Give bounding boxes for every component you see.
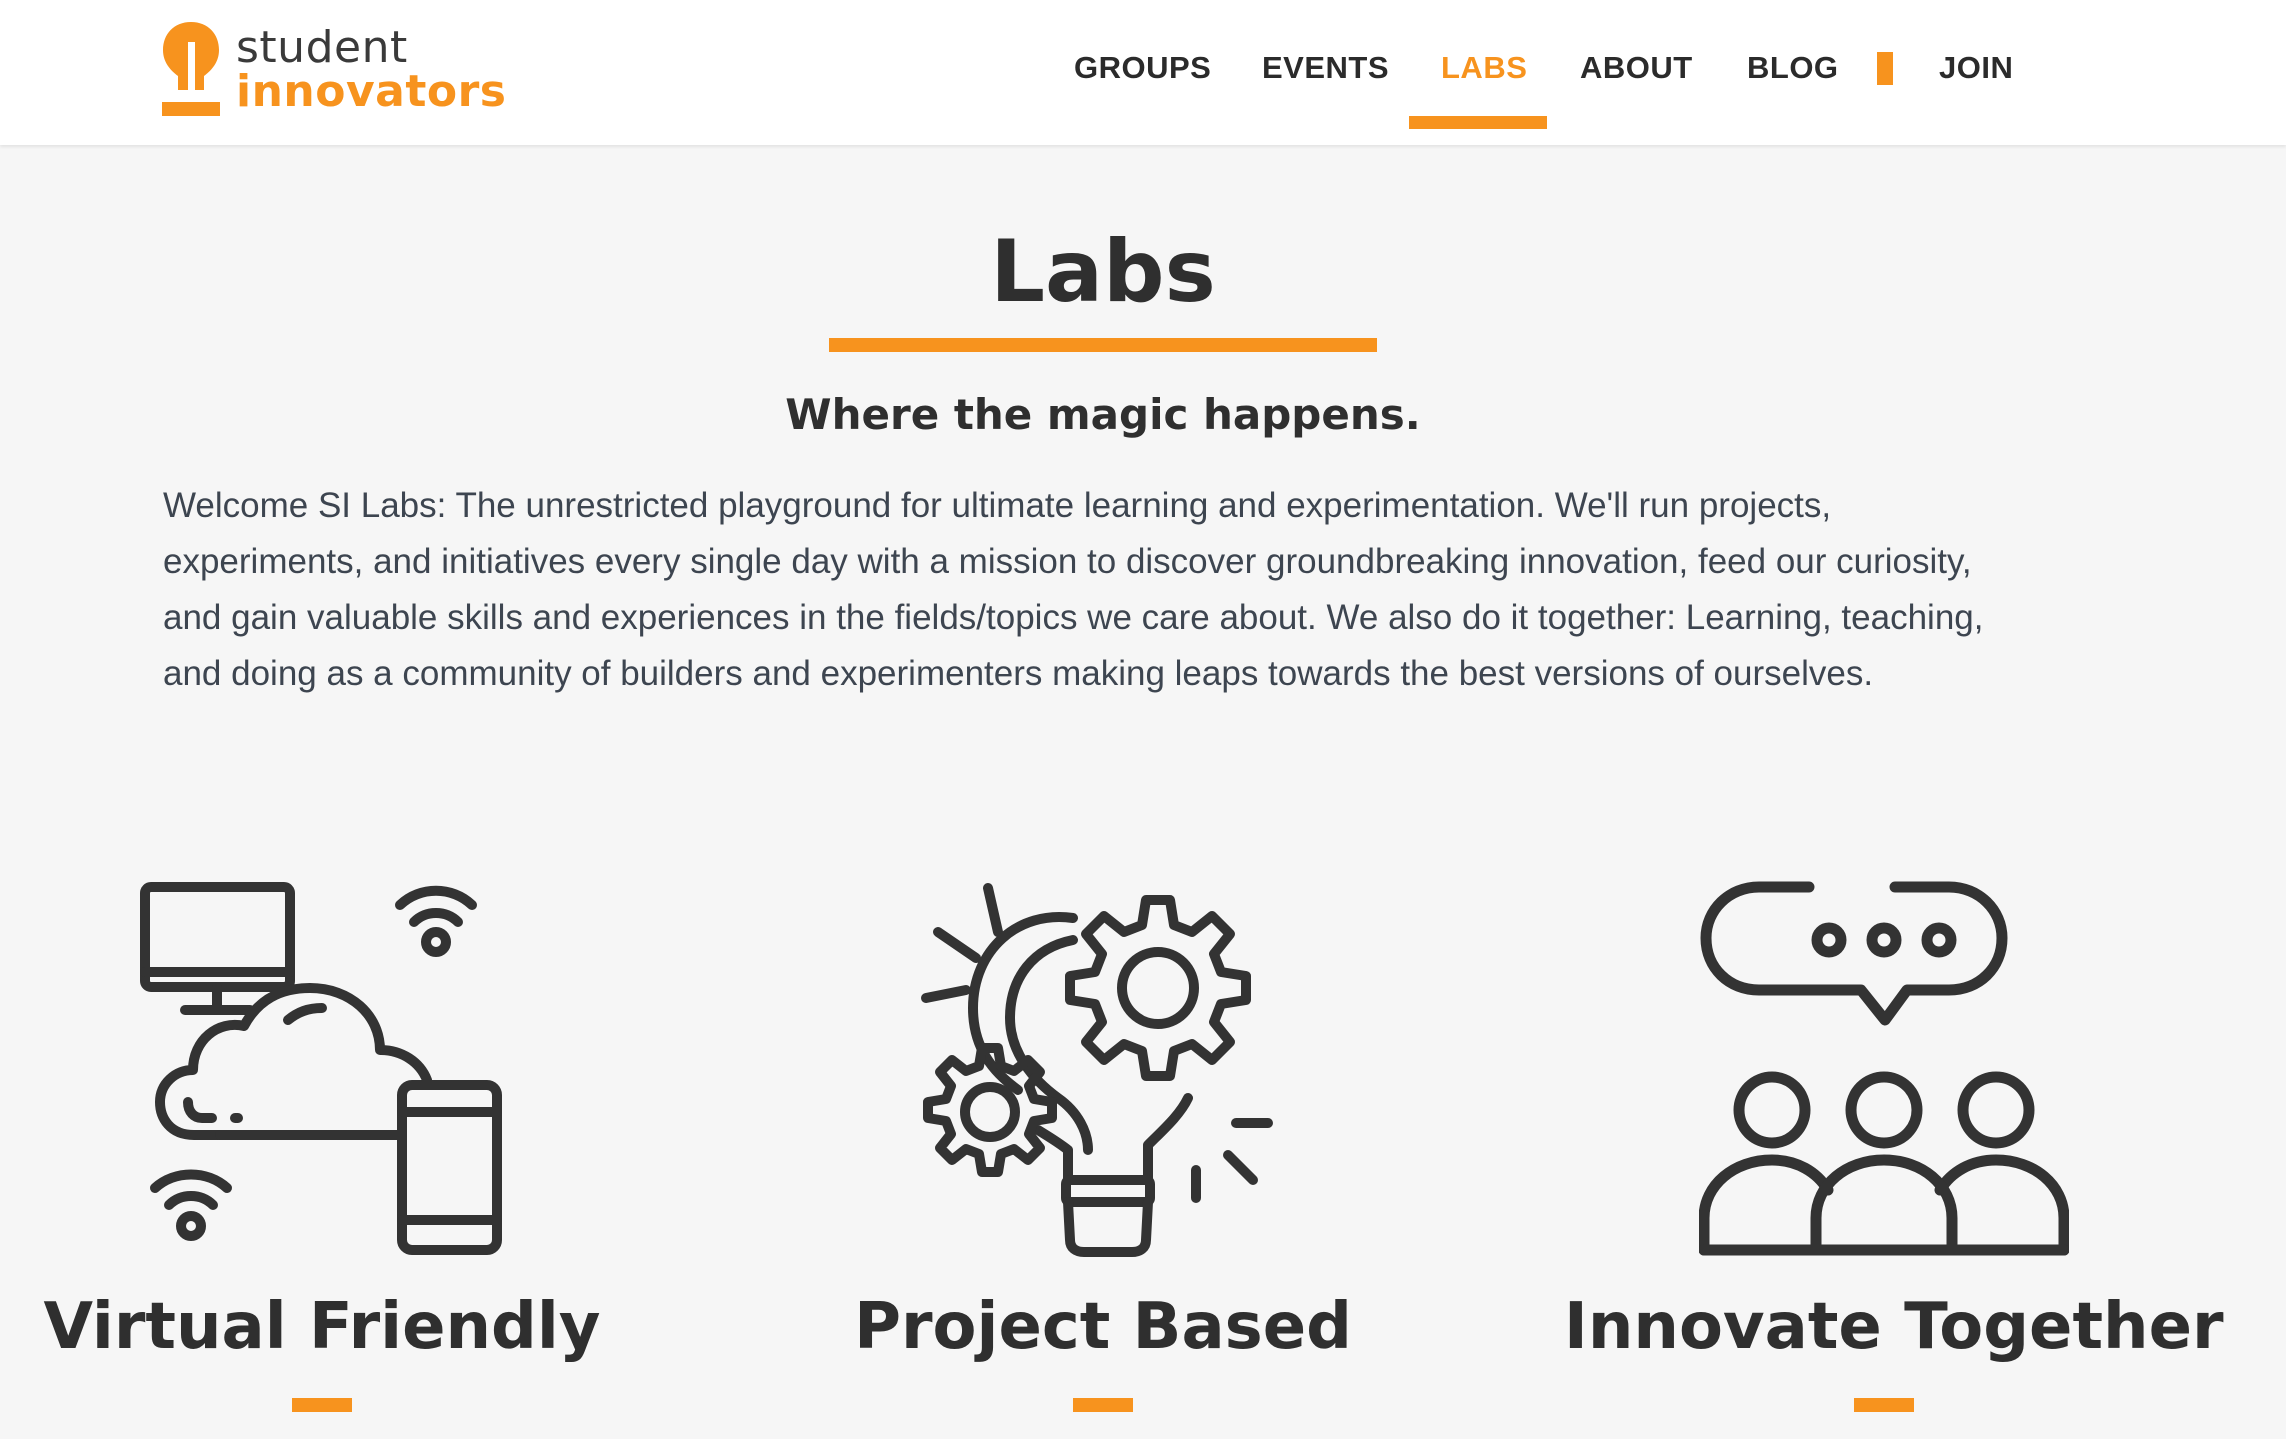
intro-paragraph: Welcome SI Labs: The unrestricted playgr… (163, 486, 1984, 693)
site-header: student innovators GROUPS EVENTS LABS AB… (0, 0, 2286, 145)
logo-text-innovators: innovators (236, 66, 507, 117)
group-chat-icon (1699, 881, 2069, 1256)
cloud-devices-icon (140, 882, 502, 1255)
feature-virtual-friendly: Virtual Friendly (2, 870, 642, 1430)
lightbulb-icon (162, 22, 220, 116)
nav-item-labs[interactable]: LABS (1441, 50, 1527, 86)
feature-title: Virtual Friendly (43, 1290, 601, 1364)
title-underline (829, 338, 1377, 352)
feature-title: Project Based (854, 1290, 1352, 1364)
page-subtitle: Where the magic happens. (785, 390, 1421, 439)
nav-item-events[interactable]: EVENTS (1262, 50, 1389, 86)
nav-item-about[interactable]: ABOUT (1580, 50, 1693, 86)
active-nav-indicator (1409, 116, 1547, 129)
feature-underline (1854, 1398, 1914, 1412)
lightbulb-gears-icon (921, 883, 1273, 1257)
nav-item-groups[interactable]: GROUPS (1074, 50, 1211, 86)
feature-underline (1073, 1398, 1133, 1412)
nav-divider (1877, 52, 1893, 85)
nav-item-join[interactable]: JOIN (1939, 50, 2013, 86)
site-logo[interactable]: student innovators (160, 20, 506, 120)
feature-project-based: Project Based (783, 870, 1423, 1430)
page-title: Labs (990, 222, 1216, 322)
feature-title: Innovate Together (1564, 1290, 2224, 1364)
feature-innovate-together: Innovate Together (1564, 870, 2224, 1430)
feature-underline (292, 1398, 352, 1412)
nav-item-blog[interactable]: BLOG (1747, 50, 1839, 86)
